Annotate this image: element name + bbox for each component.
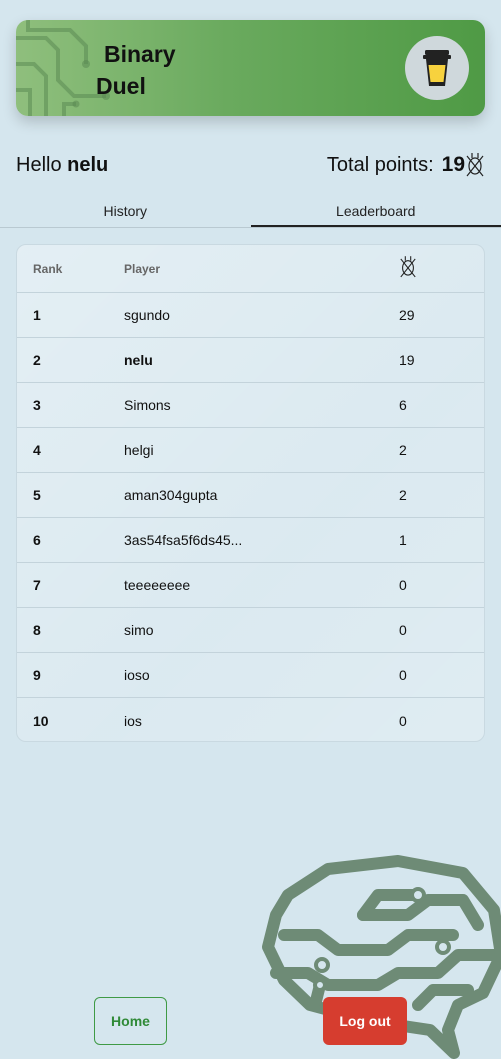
table-row-current-user: 2 nelu 19 xyxy=(17,338,484,383)
table-row: 3 Simons 6 xyxy=(17,383,484,428)
player-cell: Simons xyxy=(124,397,171,413)
app-banner: Binary Duel xyxy=(16,20,485,116)
greeting: Hello nelu xyxy=(16,154,108,177)
table-row: 4 helgi 2 xyxy=(17,428,484,473)
bit-coin-icon xyxy=(400,256,416,278)
header-player: Player xyxy=(124,261,161,276)
points-cell: 1 xyxy=(399,532,407,548)
header-points xyxy=(399,255,479,282)
points-cell: 0 xyxy=(399,712,407,729)
table-row: 10 ios 0 xyxy=(17,698,484,741)
bit-coin-icon xyxy=(466,153,484,177)
leaderboard-table: Rank Player 1 sgundo 29 2 nelu 19 3 Simo… xyxy=(16,244,485,742)
player-cell: helgi xyxy=(124,442,154,458)
tab-leaderboard[interactable]: Leaderboard xyxy=(250,198,501,227)
rank-cell: 1 xyxy=(33,307,41,323)
table-header: Rank Player xyxy=(17,245,484,293)
rank-cell: 7 xyxy=(33,577,41,593)
rank-cell: 2 xyxy=(33,352,41,368)
username: nelu xyxy=(67,154,109,176)
rank-cell: 8 xyxy=(33,622,41,638)
points-cell: 0 xyxy=(399,667,407,683)
player-cell: simo xyxy=(124,622,154,638)
home-button[interactable]: Home xyxy=(94,997,167,1045)
player-cell: nelu xyxy=(124,352,153,368)
rank-cell: 5 xyxy=(33,487,41,503)
points-cell: 2 xyxy=(399,487,407,503)
points-cell: 19 xyxy=(399,352,415,368)
player-cell: 3as54fsa5f6ds45... xyxy=(124,532,243,548)
header-rank: Rank xyxy=(33,261,63,276)
table-row: 8 simo 0 xyxy=(17,608,484,653)
app-title-line1: Binary xyxy=(104,41,176,67)
rank-cell: 3 xyxy=(33,397,41,413)
player-cell: teeeeeeee xyxy=(124,577,191,593)
coffee-cup-icon xyxy=(423,50,451,86)
player-cell: aman304gupta xyxy=(124,487,218,503)
rank-cell: 9 xyxy=(33,667,41,683)
points-cell: 0 xyxy=(399,622,407,638)
rank-cell: 6 xyxy=(33,532,41,548)
app-title: Binary Duel xyxy=(96,38,176,102)
points-cell: 6 xyxy=(399,397,407,413)
logout-button[interactable]: Log out xyxy=(323,997,407,1045)
coffee-button[interactable] xyxy=(405,36,469,100)
player-cell: ioso xyxy=(124,667,150,683)
player-cell: ios xyxy=(124,712,142,729)
tab-bar: History Leaderboard xyxy=(0,198,501,228)
table-row: 7 teeeeeeee 0 xyxy=(17,563,484,608)
table-row: 5 aman304gupta 2 xyxy=(17,473,484,518)
rank-cell: 4 xyxy=(33,442,41,458)
table-row: 9 ioso 0 xyxy=(17,653,484,698)
table-row: 6 3as54fsa5f6ds45... 1 xyxy=(17,518,484,563)
page: Binary Duel Hello nelu Total points: 19 xyxy=(0,0,501,1059)
total-points-label: Total points: xyxy=(326,153,434,176)
greeting-prefix: Hello xyxy=(16,154,62,176)
table-row: 1 sgundo 29 xyxy=(17,293,484,338)
tab-history[interactable]: History xyxy=(0,198,251,227)
points-cell: 29 xyxy=(399,307,415,323)
points-cell: 0 xyxy=(399,577,407,593)
points-cell: 2 xyxy=(399,442,407,458)
player-cell: sgundo xyxy=(124,307,170,323)
app-title-line2: Duel xyxy=(96,73,146,99)
total-points: Total points: 19 xyxy=(327,152,485,178)
total-points-value: 19 xyxy=(441,153,465,176)
rank-cell: 10 xyxy=(33,712,49,729)
